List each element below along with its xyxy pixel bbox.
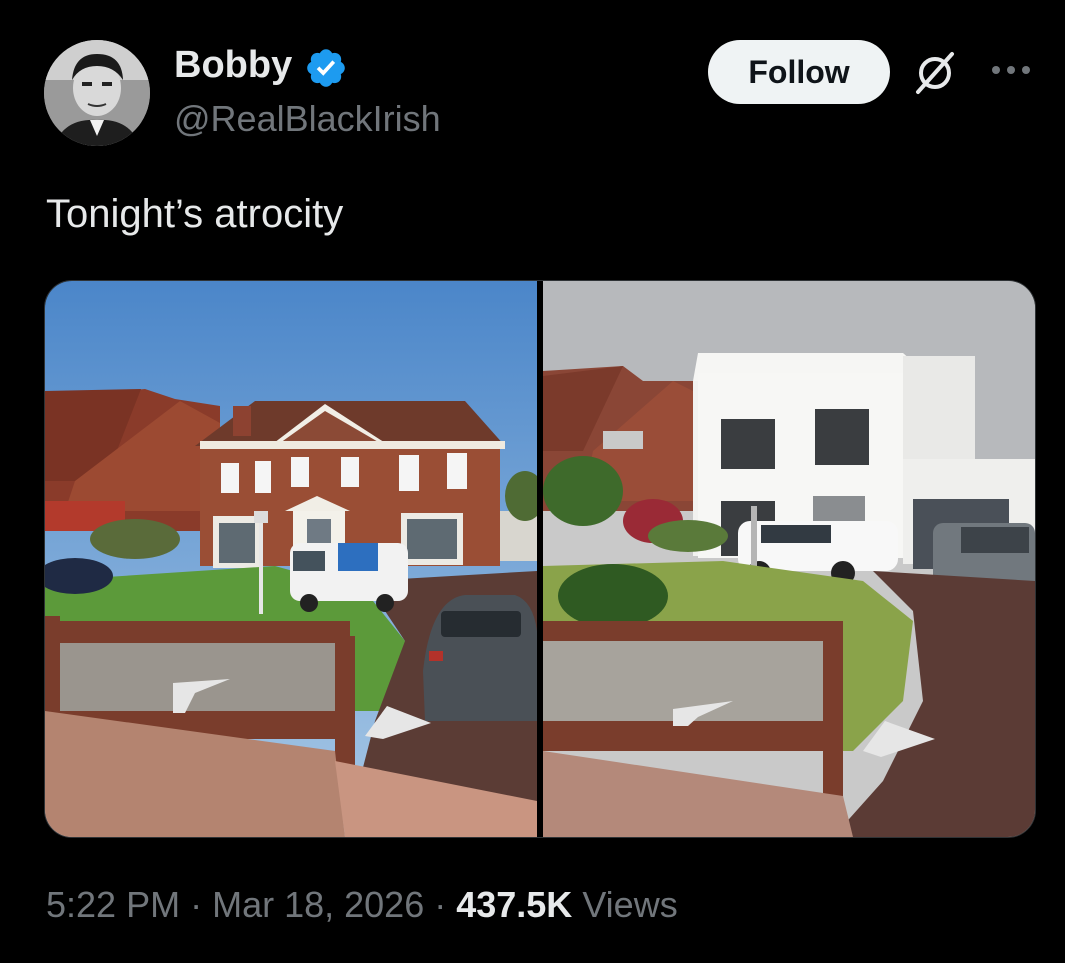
follow-button[interactable]: Follow bbox=[708, 40, 890, 104]
tweet-time[interactable]: 5:22 PM bbox=[46, 884, 180, 925]
verified-badge-icon bbox=[307, 49, 345, 87]
meta-separator: · bbox=[424, 884, 457, 925]
tweet-media[interactable] bbox=[44, 280, 1036, 838]
author-avatar[interactable] bbox=[44, 40, 150, 146]
avatar-image bbox=[44, 40, 150, 146]
before-house-photo[interactable] bbox=[45, 281, 537, 837]
after-house-photo[interactable] bbox=[543, 281, 1035, 837]
tweet-date[interactable]: Mar 18, 2026 bbox=[212, 884, 424, 925]
grok-icon[interactable] bbox=[912, 50, 958, 96]
author-handle[interactable]: @RealBlackIrish bbox=[174, 98, 441, 140]
views-label: Views bbox=[572, 884, 678, 925]
tweet-meta: 5:22 PM · Mar 18, 2026 · 437.5K Views bbox=[46, 884, 678, 926]
author-name[interactable]: Bobby bbox=[174, 44, 292, 87]
views-count[interactable]: 437.5K bbox=[456, 884, 572, 925]
meta-separator: · bbox=[180, 884, 213, 925]
more-options-icon[interactable] bbox=[990, 62, 1032, 78]
tweet-text: Tonight’s atrocity bbox=[46, 192, 344, 236]
